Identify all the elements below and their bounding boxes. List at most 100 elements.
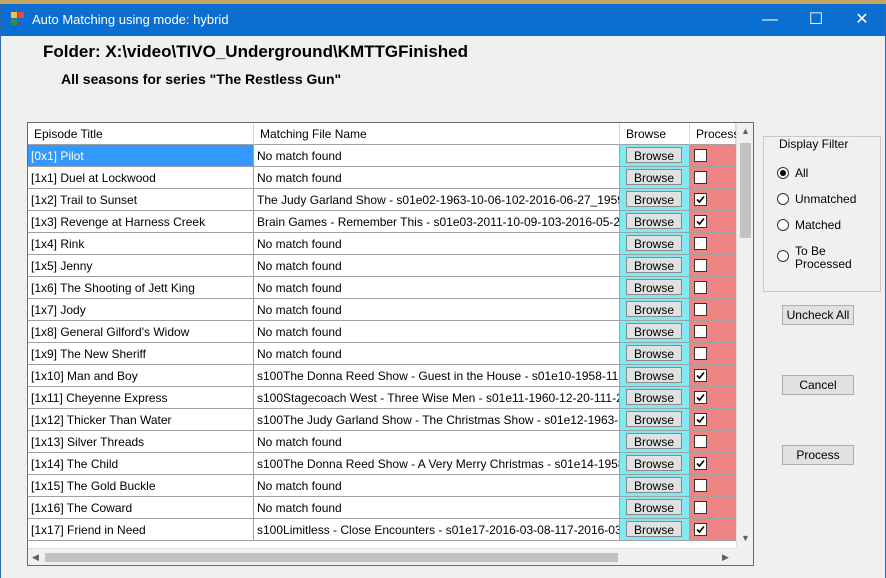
matching-file-cell[interactable]: Brain Games - Remember This - s01e03-201…	[254, 211, 620, 233]
table-row[interactable]: [1x13] Silver Threads No match found Brows…	[28, 431, 736, 453]
browse-button[interactable]: Browse	[626, 367, 682, 383]
horizontal-scroll-thumb[interactable]	[45, 553, 618, 562]
table-row[interactable]: [1x16] The Coward No match found Browse	[28, 497, 736, 519]
process-checkbox[interactable]	[694, 479, 707, 492]
episode-title-cell[interactable]: [1x13] Silver Threads	[28, 431, 254, 453]
table-row[interactable]: [1x17] Friend in Need s100Limitless - Clo…	[28, 519, 736, 541]
browse-button[interactable]: Browse	[626, 455, 682, 471]
process-checkbox[interactable]	[694, 215, 707, 228]
uncheck-all-button[interactable]: Uncheck All	[782, 305, 854, 325]
scroll-up-icon[interactable]: ▲	[741, 126, 750, 136]
column-header-matching-file[interactable]: Matching File Name	[254, 123, 620, 145]
scroll-down-icon[interactable]: ▼	[741, 533, 750, 543]
minimize-button[interactable]: —	[747, 4, 793, 36]
episode-title-cell[interactable]: [0x1] Pilot	[28, 145, 254, 167]
matching-file-cell[interactable]: No match found	[254, 343, 620, 365]
browse-button[interactable]: Browse	[626, 345, 682, 361]
process-checkbox[interactable]	[694, 523, 707, 536]
process-checkbox[interactable]	[694, 435, 707, 448]
process-checkbox[interactable]	[694, 413, 707, 426]
table-row[interactable]: [1x2] Trail to Sunset The Judy Garland Sh…	[28, 189, 736, 211]
vertical-scrollbar[interactable]: ▲ ▼	[736, 123, 753, 548]
matching-file-cell[interactable]: No match found	[254, 475, 620, 497]
maximize-button[interactable]: ☐	[793, 4, 839, 36]
browse-button[interactable]: Browse	[626, 411, 682, 427]
episode-title-cell[interactable]: [1x4] Rink	[28, 233, 254, 255]
episode-title-cell[interactable]: [1x9] The New Sheriff	[28, 343, 254, 365]
table-row[interactable]: [1x6] The Shooting of Jett King No match …	[28, 277, 736, 299]
scroll-right-icon[interactable]: ▶	[722, 552, 729, 563]
cancel-button[interactable]: Cancel	[782, 375, 854, 395]
vertical-scroll-thumb[interactable]	[740, 143, 751, 238]
scroll-left-icon[interactable]: ◀	[32, 552, 39, 563]
episode-title-cell[interactable]: [1x8] General Gilford's Widow	[28, 321, 254, 343]
browse-button[interactable]: Browse	[626, 499, 682, 515]
episode-title-cell[interactable]: [1x5] Jenny	[28, 255, 254, 277]
browse-button[interactable]: Browse	[626, 389, 682, 405]
matching-file-cell[interactable]: No match found	[254, 299, 620, 321]
episode-title-cell[interactable]: [1x17] Friend in Need	[28, 519, 254, 541]
process-checkbox[interactable]	[694, 237, 707, 250]
process-checkbox[interactable]	[694, 369, 707, 382]
filter-radio-unmatched[interactable]	[777, 193, 789, 205]
table-row[interactable]: [1x15] The Gold Buckle No match found Brow…	[28, 475, 736, 497]
matching-file-cell[interactable]: s100The Donna Reed Show - A Very Merry C…	[254, 453, 620, 475]
table-row[interactable]: [1x1] Duel at Lockwood No match found Brow…	[28, 167, 736, 189]
episode-title-cell[interactable]: [1x14] The Child	[28, 453, 254, 475]
browse-button[interactable]: Browse	[626, 279, 682, 295]
browse-button[interactable]: Browse	[626, 169, 682, 185]
browse-button[interactable]: Browse	[626, 191, 682, 207]
process-checkbox[interactable]	[694, 193, 707, 206]
table-row[interactable]: [1x5] Jenny No match found Browse	[28, 255, 736, 277]
matching-file-cell[interactable]: The Judy Garland Show - s01e02-1963-10-0…	[254, 189, 620, 211]
filter-radio-matched[interactable]	[777, 219, 789, 231]
process-checkbox[interactable]	[694, 149, 707, 162]
matching-file-cell[interactable]: No match found	[254, 431, 620, 453]
process-button[interactable]: Process	[782, 445, 854, 465]
matching-file-cell[interactable]: No match found	[254, 233, 620, 255]
episode-title-cell[interactable]: [1x7] Jody	[28, 299, 254, 321]
matching-file-cell[interactable]: No match found	[254, 497, 620, 519]
episode-title-cell[interactable]: [1x11] Cheyenne Express	[28, 387, 254, 409]
episode-title-cell[interactable]: [1x15] The Gold Buckle	[28, 475, 254, 497]
column-header-process[interactable]: Process	[690, 123, 739, 145]
matching-file-cell[interactable]: s100Stagecoach West - Three Wise Men - s…	[254, 387, 620, 409]
episode-grid[interactable]: Episode Title Matching File Name Browse …	[27, 122, 754, 566]
browse-button[interactable]: Browse	[626, 477, 682, 493]
matching-file-cell[interactable]: No match found	[254, 255, 620, 277]
matching-file-cell[interactable]: No match found	[254, 167, 620, 189]
title-bar[interactable]: Auto Matching using mode: hybrid — ☐ ✕	[1, 4, 885, 36]
table-row[interactable]: [1x7] Jody No match found Browse	[28, 299, 736, 321]
matching-file-cell[interactable]: s100The Donna Reed Show - Guest in the H…	[254, 365, 620, 387]
filter-radio-all[interactable]	[777, 167, 789, 179]
table-row[interactable]: [1x3] Revenge at Harness Creek Brain Game…	[28, 211, 736, 233]
episode-title-cell[interactable]: [1x1] Duel at Lockwood	[28, 167, 254, 189]
browse-button[interactable]: Browse	[626, 235, 682, 251]
process-checkbox[interactable]	[694, 457, 707, 470]
matching-file-cell[interactable]: No match found	[254, 145, 620, 167]
process-checkbox[interactable]	[694, 259, 707, 272]
browse-button[interactable]: Browse	[626, 521, 682, 537]
matching-file-cell[interactable]: No match found	[254, 321, 620, 343]
process-checkbox[interactable]	[694, 501, 707, 514]
browse-button[interactable]: Browse	[626, 147, 682, 163]
column-header-episode-title[interactable]: Episode Title	[28, 123, 254, 145]
table-row[interactable]: [1x10] Man and Boy s100The Donna Reed Sho…	[28, 365, 736, 387]
process-checkbox[interactable]	[694, 391, 707, 404]
matching-file-cell[interactable]: s100Limitless - Close Encounters - s01e1…	[254, 519, 620, 541]
episode-title-cell[interactable]: [1x6] The Shooting of Jett King	[28, 277, 254, 299]
filter-radio-to-be-processed[interactable]	[777, 250, 789, 262]
matching-file-cell[interactable]: No match found	[254, 277, 620, 299]
process-checkbox[interactable]	[694, 347, 707, 360]
browse-button[interactable]: Browse	[626, 301, 682, 317]
table-row[interactable]: [1x11] Cheyenne Express s100Stagecoach We…	[28, 387, 736, 409]
horizontal-scrollbar[interactable]: ◀ ▶	[28, 548, 736, 565]
table-row[interactable]: [0x1] Pilot No match found Browse	[28, 145, 736, 167]
browse-button[interactable]: Browse	[626, 323, 682, 339]
browse-button[interactable]: Browse	[626, 257, 682, 273]
process-checkbox[interactable]	[694, 171, 707, 184]
episode-title-cell[interactable]: [1x2] Trail to Sunset	[28, 189, 254, 211]
browse-button[interactable]: Browse	[626, 213, 682, 229]
process-checkbox[interactable]	[694, 325, 707, 338]
process-checkbox[interactable]	[694, 281, 707, 294]
